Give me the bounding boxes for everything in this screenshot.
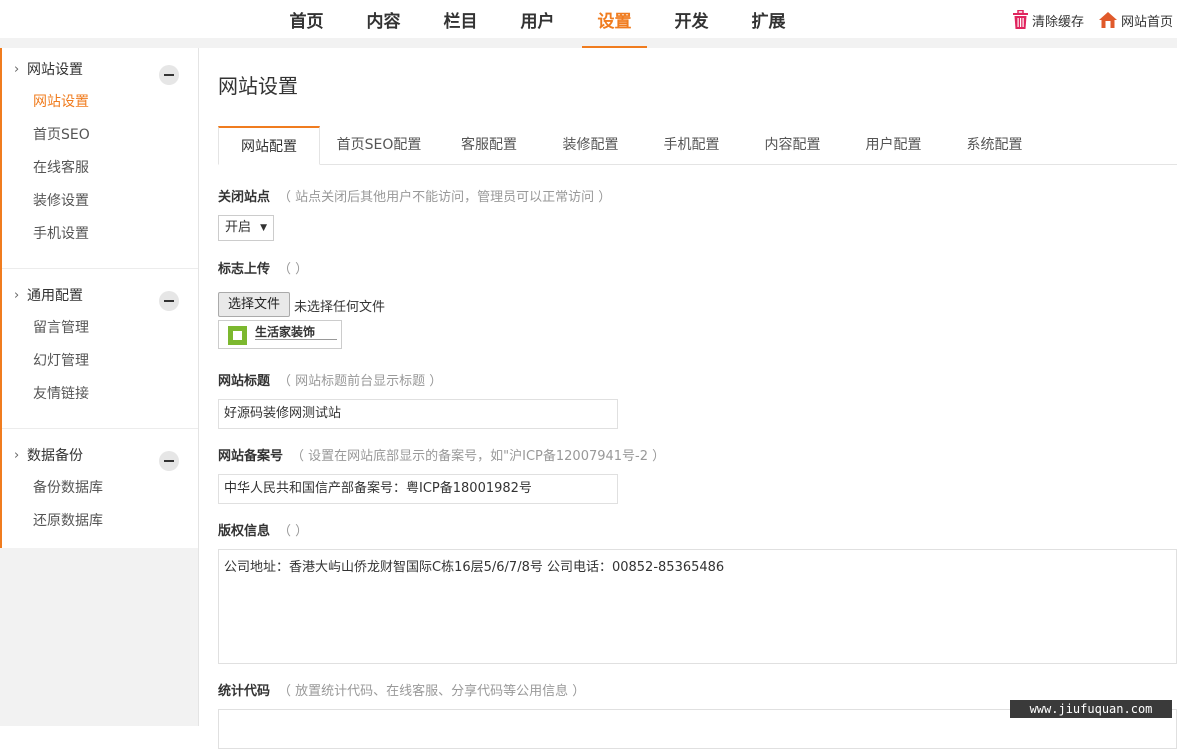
tab-system[interactable]: 系统配置	[944, 126, 1045, 165]
chevron-right-icon: ›	[14, 288, 20, 303]
collapse-icon[interactable]	[159, 291, 179, 311]
nav-item-column[interactable]: 栏目	[422, 0, 499, 48]
copyright-label: 版权信息 （ ）	[218, 520, 308, 539]
nav-item-settings[interactable]: 设置	[576, 0, 653, 48]
sidebar-group-title: 通用配置	[27, 288, 83, 304]
field-hint: （ 放置统计代码、在线客服、分享代码等公用信息 ）	[278, 684, 586, 699]
field-label: 网站标题	[218, 374, 271, 389]
field-hint: （ 站点关闭后其他用户不能访问，管理员可以正常访问 ）	[278, 190, 612, 205]
dropdown-arrow-icon: ▼	[260, 223, 267, 233]
sidebar-item-messages[interactable]: 留言管理	[2, 312, 198, 345]
sidebar-filler	[0, 548, 199, 726]
tab-content[interactable]: 内容配置	[742, 126, 843, 165]
icp-label: 网站备案号 （ 设置在网站底部显示的备案号，如"沪ICP备12007941号-2 …	[218, 445, 665, 464]
choose-file-button[interactable]: 选择文件	[218, 292, 290, 317]
logo-subline	[255, 339, 337, 345]
site-home-button[interactable]: 网站首页	[1098, 10, 1173, 30]
main-nav: 首页 内容 栏目 用户 设置 开发 扩展	[268, 0, 807, 48]
site-title-input[interactable]: 好源码装修网测试站	[218, 399, 618, 429]
home-icon	[1098, 11, 1118, 29]
chevron-right-icon: ›	[14, 62, 20, 77]
sidebar: › 网站设置 网站设置 首页SEO 在线客服 装修设置 手机设置 › 通用配置 …	[0, 48, 199, 548]
sidebar-item-links[interactable]: 友情链接	[2, 378, 198, 411]
tab-mobile[interactable]: 手机配置	[641, 126, 742, 165]
nav-item-extend[interactable]: 扩展	[730, 0, 807, 48]
logo-preview: 生活家装饰	[218, 320, 342, 349]
field-hint: （ ）	[278, 262, 309, 277]
tab-service[interactable]: 客服配置	[438, 126, 540, 165]
field-label: 统计代码	[218, 684, 271, 699]
sidebar-group-title: 数据备份	[27, 448, 83, 464]
sidebar-group-title: 网站设置	[27, 62, 83, 78]
file-status: 未选择任何文件	[294, 300, 386, 315]
sidebar-item-online-service[interactable]: 在线客服	[2, 152, 198, 185]
tab-user[interactable]: 用户配置	[843, 126, 944, 165]
main-content: 网站设置 网站配置 首页SEO配置 客服配置 装修配置 手机配置 内容配置 用户…	[218, 48, 1177, 749]
copyright-textarea[interactable]: 公司地址：香港大屿山侨龙财智国际C栋16层5/6/7/8号 公司电话：00852…	[218, 549, 1177, 664]
tab-home-seo[interactable]: 首页SEO配置	[320, 126, 438, 165]
field-hint: （ ）	[278, 524, 309, 539]
close-site-label: 关闭站点 （ 站点关闭后其他用户不能访问，管理员可以正常访问 ）	[218, 186, 611, 205]
nav-item-content[interactable]: 内容	[345, 0, 422, 48]
sidebar-group-backup[interactable]: › 数据备份	[2, 440, 198, 472]
field-label: 关闭站点	[218, 190, 271, 205]
settings-tabs: 网站配置 首页SEO配置 客服配置 装修配置 手机配置 内容配置 用户配置 系统…	[218, 126, 1177, 165]
site-title-label: 网站标题 （ 网站标题前台显示标题 ）	[218, 370, 442, 389]
logo-upload-label: 标志上传 （ ）	[218, 258, 308, 277]
stats-code-label: 统计代码 （ 放置统计代码、在线客服、分享代码等公用信息 ）	[218, 680, 585, 699]
sidebar-item-backup-db[interactable]: 备份数据库	[2, 472, 198, 505]
nav-item-develop[interactable]: 开发	[653, 0, 730, 48]
sidebar-item-slides[interactable]: 幻灯管理	[2, 345, 198, 378]
logo-mark-icon	[228, 326, 247, 345]
clear-cache-button[interactable]: 清除缓存	[1012, 10, 1084, 30]
tab-site-config[interactable]: 网站配置	[218, 126, 320, 165]
close-site-select[interactable]: 开启 ▼	[218, 215, 274, 241]
select-value: 开启	[225, 220, 252, 235]
trash-icon	[1012, 10, 1029, 30]
top-bar: 首页 内容 栏目 用户 设置 开发 扩展 清除缓存 网站首页	[0, 0, 1177, 48]
field-label: 标志上传	[218, 262, 271, 277]
field-label: 版权信息	[218, 524, 271, 539]
sidebar-item-restore-db[interactable]: 还原数据库	[2, 505, 198, 538]
nav-item-home[interactable]: 首页	[268, 0, 345, 48]
field-label: 网站备案号	[218, 449, 284, 464]
icp-input[interactable]: 中华人民共和国信产部备案号：粤ICP备18001982号	[218, 474, 618, 504]
chevron-right-icon: ›	[14, 448, 20, 463]
field-hint: （ 网站标题前台显示标题 ）	[278, 374, 443, 389]
sidebar-group-general[interactable]: › 通用配置	[2, 280, 198, 312]
collapse-icon[interactable]	[159, 65, 179, 85]
clear-cache-label: 清除缓存	[1031, 14, 1084, 30]
sidebar-item-site-settings[interactable]: 网站设置	[2, 86, 198, 119]
collapse-icon[interactable]	[159, 451, 179, 471]
tab-decoration[interactable]: 装修配置	[540, 126, 641, 165]
top-actions: 清除缓存 网站首页	[1012, 10, 1173, 30]
sidebar-item-home-seo[interactable]: 首页SEO	[2, 119, 198, 152]
sidebar-group-site-settings[interactable]: › 网站设置	[2, 54, 198, 86]
watermark: www.jiufuquan.com	[1010, 700, 1172, 718]
site-home-label: 网站首页	[1120, 14, 1173, 30]
field-hint: （ 设置在网站底部显示的备案号，如"沪ICP备12007941号-2 ）	[291, 449, 666, 464]
nav-item-user[interactable]: 用户	[499, 0, 576, 48]
logo-text: 生活家装饰	[255, 325, 316, 339]
page-title: 网站设置	[218, 74, 298, 98]
sidebar-item-decoration[interactable]: 装修设置	[2, 185, 198, 218]
sidebar-item-mobile[interactable]: 手机设置	[2, 218, 198, 251]
